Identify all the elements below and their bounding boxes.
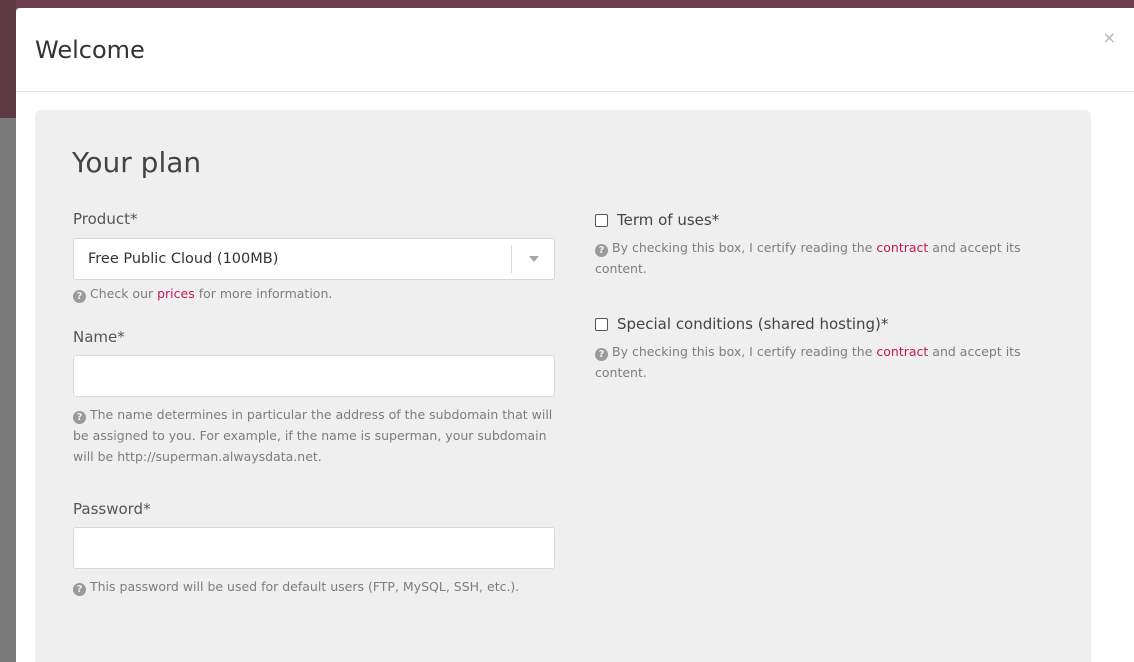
caret-down-icon[interactable]: [529, 256, 539, 262]
terms-label: Term of uses*: [617, 211, 720, 229]
backdrop-top: [16, 0, 1134, 8]
name-help: ? The name determines in particular the a…: [73, 407, 553, 464]
password-input[interactable]: [73, 527, 555, 569]
contract-link[interactable]: contract: [876, 344, 928, 359]
select-divider: [511, 245, 512, 273]
product-selected-value: Free Public Cloud (100MB): [88, 251, 279, 267]
prices-link[interactable]: prices: [157, 286, 195, 301]
plan-panel: Your plan Product* Free Public Cloud (10…: [35, 110, 1091, 662]
terms-checkbox[interactable]: [595, 213, 608, 227]
welcome-modal: Welcome × Your plan Product* Free Public…: [16, 8, 1134, 662]
name-input[interactable]: [73, 355, 555, 397]
modal-header: Welcome ×: [16, 8, 1134, 92]
backdrop: [0, 0, 16, 662]
question-circle-icon: ?: [73, 290, 86, 303]
product-select[interactable]: Free Public Cloud (100MB): [73, 238, 555, 280]
question-circle-icon: ?: [595, 348, 608, 361]
special-label: Special conditions (shared hosting)*: [617, 315, 889, 333]
question-circle-icon: ?: [73, 583, 86, 596]
close-icon[interactable]: ×: [1103, 30, 1116, 46]
modal-title: Welcome: [35, 36, 145, 64]
panel-title: Your plan: [72, 146, 202, 179]
contract-link[interactable]: contract: [876, 240, 928, 255]
product-label: Product*: [73, 210, 138, 228]
terms-help: ? By checking this box, I certify reading…: [595, 240, 1021, 276]
special-help: ? By checking this box, I certify reading…: [595, 344, 1021, 380]
password-help: ? This password will be used for default …: [73, 576, 543, 597]
password-label: Password*: [73, 500, 151, 518]
question-circle-icon: ?: [595, 244, 608, 257]
special-row: Special conditions (shared hosting)*: [595, 315, 888, 333]
terms-row: Term of uses*: [595, 211, 719, 229]
special-checkbox[interactable]: [595, 317, 608, 331]
question-circle-icon: ?: [73, 411, 86, 424]
name-label: Name*: [73, 328, 125, 346]
product-help: ? Check our prices for more information.: [73, 283, 557, 304]
